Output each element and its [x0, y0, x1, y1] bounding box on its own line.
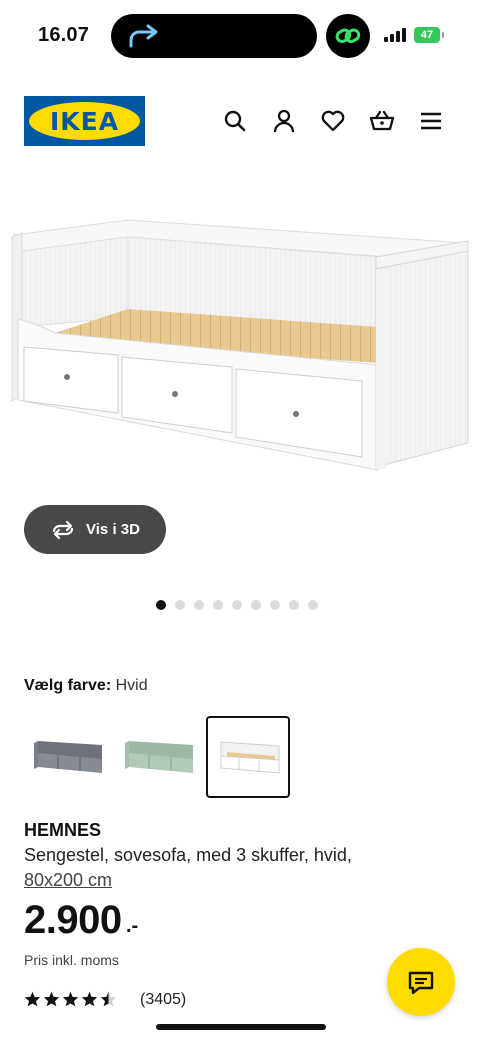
- product-image[interactable]: [0, 205, 480, 495]
- account-icon[interactable]: [271, 108, 297, 134]
- view-3d-label: Vis i 3D: [86, 521, 140, 538]
- carousel-dot[interactable]: [213, 600, 223, 610]
- menu-icon[interactable]: [418, 108, 444, 134]
- star-full-icon: [43, 991, 60, 1007]
- color-label-title: Vælg farve:: [24, 677, 112, 694]
- color-swatch-white[interactable]: [206, 716, 290, 798]
- carousel-dot[interactable]: [156, 600, 166, 610]
- carousel-dots[interactable]: [156, 600, 318, 610]
- carousel-dot[interactable]: [270, 600, 280, 610]
- dynamic-island[interactable]: [111, 14, 317, 58]
- star-full-icon: [81, 991, 98, 1007]
- link-activity[interactable]: [326, 14, 370, 58]
- logo-text: IKEA: [49, 107, 120, 136]
- product-price: 2.900: [24, 898, 122, 942]
- star-full-icon: [24, 991, 41, 1007]
- review-count[interactable]: (3405): [140, 991, 186, 1009]
- carousel-dot[interactable]: [289, 600, 299, 610]
- product-description: Sengestel, sovesofa, med 3 skuffer, hvid…: [24, 845, 352, 865]
- search-icon[interactable]: [222, 108, 248, 134]
- cellular-signal-icon: [384, 28, 408, 47]
- carousel-dot[interactable]: [175, 600, 185, 610]
- star-full-icon: [62, 991, 79, 1007]
- carousel-dot[interactable]: [308, 600, 318, 610]
- battery-icon: 47: [414, 27, 444, 43]
- carousel-dot[interactable]: [194, 600, 204, 610]
- ikea-logo[interactable]: IKEA: [24, 96, 145, 146]
- share-arrow-icon: [127, 24, 161, 53]
- chat-button[interactable]: [387, 948, 455, 1016]
- carousel-dot[interactable]: [232, 600, 242, 610]
- product-size-link[interactable]: 80x200 cm: [24, 870, 112, 891]
- chat-icon: [408, 971, 434, 995]
- cart-icon[interactable]: [368, 108, 395, 134]
- vat-note: Pris inkl. moms: [24, 952, 119, 968]
- status-time: 16.07: [38, 24, 90, 46]
- view-3d-button[interactable]: Vis i 3D: [24, 505, 166, 554]
- color-swatch-green[interactable]: [115, 716, 199, 798]
- product-name: HEMNES: [24, 820, 102, 840]
- color-selected-value: Hvid: [115, 677, 148, 694]
- star-half-icon: [100, 991, 117, 1007]
- heart-icon[interactable]: [320, 108, 346, 134]
- color-label: Vælg farve: Hvid: [24, 677, 148, 695]
- rotate-3d-icon: [52, 520, 74, 539]
- rating-stars[interactable]: [24, 991, 117, 1007]
- color-swatch-grey[interactable]: [24, 716, 108, 798]
- carousel-dot[interactable]: [251, 600, 261, 610]
- price-suffix: .-: [126, 915, 139, 937]
- link-icon: [335, 28, 361, 43]
- home-indicator[interactable]: [156, 1024, 326, 1030]
